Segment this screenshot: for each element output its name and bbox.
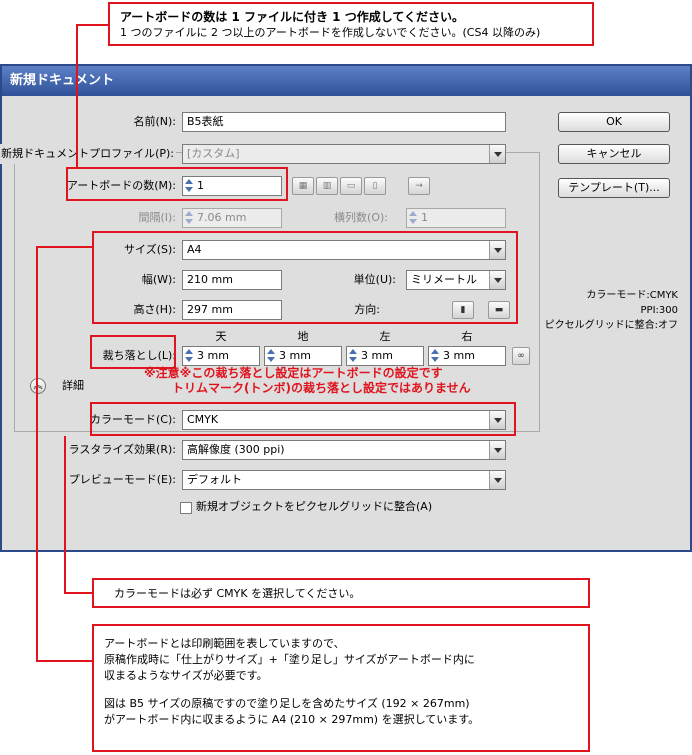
bleed-warning-2: トリムマーク(トンボ)の裁ち落とし設定ではありません xyxy=(172,381,471,395)
chain-link-icon[interactable]: ∞ xyxy=(512,347,530,365)
artboard-count-note: アートボードの数は 1 ファイルに付き 1 つ作成してください。 1 つのファイ… xyxy=(108,2,594,46)
artboard-note-line-2: 原稿作成時に「仕上がりサイズ」+「塗り足し」サイズがアートボード内に xyxy=(104,653,475,666)
arrow-right-icon[interactable]: → xyxy=(408,177,430,195)
stepper-icon[interactable] xyxy=(267,349,276,363)
artboard-explanation-note: アートボードとは印刷範囲を表していますので、 原稿作成時に「仕上がりサイズ」+「… xyxy=(92,624,590,752)
info-ppi: PPI:300 xyxy=(640,305,678,316)
advanced-label: 詳細 xyxy=(60,376,86,396)
size-highlight xyxy=(92,231,518,324)
bleed-header-bottom: 地 xyxy=(297,330,309,343)
cancel-button[interactable]: キャンセル xyxy=(558,144,670,164)
preview-select[interactable]: デフォルト xyxy=(182,470,506,490)
align-pixel-checkbox[interactable] xyxy=(180,502,192,514)
artboard-note-line-5: がアートボード内に収まるように A4 (210 × 297mm) を選択していま… xyxy=(104,713,480,726)
profile-select-value: [カスタム] xyxy=(187,147,240,160)
stepper-icon[interactable] xyxy=(185,211,194,225)
columns-input[interactable]: 1 xyxy=(406,208,506,228)
artboard-note-line-4: 図は B5 サイズの原稿ですので塗り足しを含めたサイズ (192 × 267mm… xyxy=(104,697,470,710)
preview-label: プレビューモード(E): xyxy=(68,473,176,486)
raster-select[interactable]: 高解像度 (300 ppi) xyxy=(182,440,506,460)
connector-size-v xyxy=(36,246,38,662)
bleed-warning-1: ※注意※この裁ち落とし設定はアートボードの設定です xyxy=(144,366,443,380)
stepper-icon[interactable] xyxy=(349,349,358,363)
profile-select[interactable]: [カスタム] xyxy=(182,144,506,164)
preview-select-value: デフォルト xyxy=(187,473,242,486)
bleed-header-left: 左 xyxy=(379,330,391,343)
connector-top xyxy=(76,24,110,26)
grid-by-column-icon[interactable]: ▥ xyxy=(316,177,338,195)
bleed-header-right: 右 xyxy=(461,330,473,343)
arrange-row-icon[interactable]: ▭ xyxy=(340,177,362,195)
name-input[interactable]: B5表紙 xyxy=(182,112,506,132)
ok-button[interactable]: OK xyxy=(558,112,670,132)
artboard-note-line-1: アートボードとは印刷範囲を表していますので、 xyxy=(104,637,345,650)
grid-by-row-icon[interactable]: ▦ xyxy=(292,177,314,195)
stepper-icon[interactable] xyxy=(185,349,194,363)
artboard-count-note-title: アートボードの数は 1 ファイルに付き 1 つ作成してください。 xyxy=(120,10,464,24)
spacing-input[interactable]: 7.06 mm xyxy=(182,208,282,228)
chevron-down-icon xyxy=(489,441,505,459)
bleed-top-value: 3 mm xyxy=(197,349,229,362)
bleed-highlight xyxy=(90,335,176,369)
bleed-right-input[interactable]: 3 mm xyxy=(428,346,506,366)
artboard-note-line-3: 収まるようなサイズが必要です。 xyxy=(104,669,268,682)
spacing-value: 7.06 mm xyxy=(197,211,247,224)
raster-select-value: 高解像度 (300 ppi) xyxy=(187,443,285,456)
bleed-header-top: 天 xyxy=(215,330,227,343)
advanced-toggle[interactable]: ︽ xyxy=(30,378,46,394)
color-mode-note-text: カラーモードは必ず CMYK を選択してください。 xyxy=(114,587,361,600)
raster-label: ラスタライズ効果(R): xyxy=(68,443,176,456)
chevron-down-icon xyxy=(489,145,505,163)
chevron-down-icon xyxy=(489,471,505,489)
artboards-highlight xyxy=(66,167,288,201)
align-pixel-label[interactable]: 新規オブジェクトをピクセルグリッドに整合(A) xyxy=(196,497,432,517)
stepper-icon[interactable] xyxy=(409,211,418,225)
columns-value: 1 xyxy=(421,211,428,224)
bleed-right-value: 3 mm xyxy=(443,349,475,362)
artboard-count-note-body: 1 つのファイルに 2 つ以上のアートボードを作成しないでください。(CS4 以… xyxy=(120,26,541,39)
columns-label: 横列数(O): xyxy=(334,211,388,224)
bleed-top-input[interactable]: 3 mm xyxy=(182,346,260,366)
template-button[interactable]: テンプレート(T)... xyxy=(558,178,670,198)
stepper-icon[interactable] xyxy=(431,349,440,363)
bleed-bottom-value: 3 mm xyxy=(279,349,311,362)
name-label: 名前(N): xyxy=(133,115,176,128)
connector-size-h xyxy=(36,246,92,248)
info-pixelgrid: ピクセルグリッドに整合:オフ xyxy=(544,320,678,331)
arrange-column-icon[interactable]: ▯ xyxy=(364,177,386,195)
dialog-title: 新規ドキュメント xyxy=(2,66,690,96)
color-mode-note: カラーモードは必ず CMYK を選択してください。 xyxy=(92,578,590,608)
spacing-label: 間隔(I): xyxy=(138,211,176,224)
connector-size-h2 xyxy=(36,660,92,662)
colormode-highlight xyxy=(90,402,516,436)
info-colormode: カラーモード:CMYK xyxy=(586,290,678,301)
profile-label: 新規ドキュメントプロファイル(P): xyxy=(0,144,176,164)
connector-color-h xyxy=(64,592,92,594)
bleed-bottom-input[interactable]: 3 mm xyxy=(264,346,342,366)
bleed-left-input[interactable]: 3 mm xyxy=(346,346,424,366)
connector-top-v xyxy=(76,24,78,167)
bleed-left-value: 3 mm xyxy=(361,349,393,362)
connector-color-v xyxy=(64,436,66,594)
